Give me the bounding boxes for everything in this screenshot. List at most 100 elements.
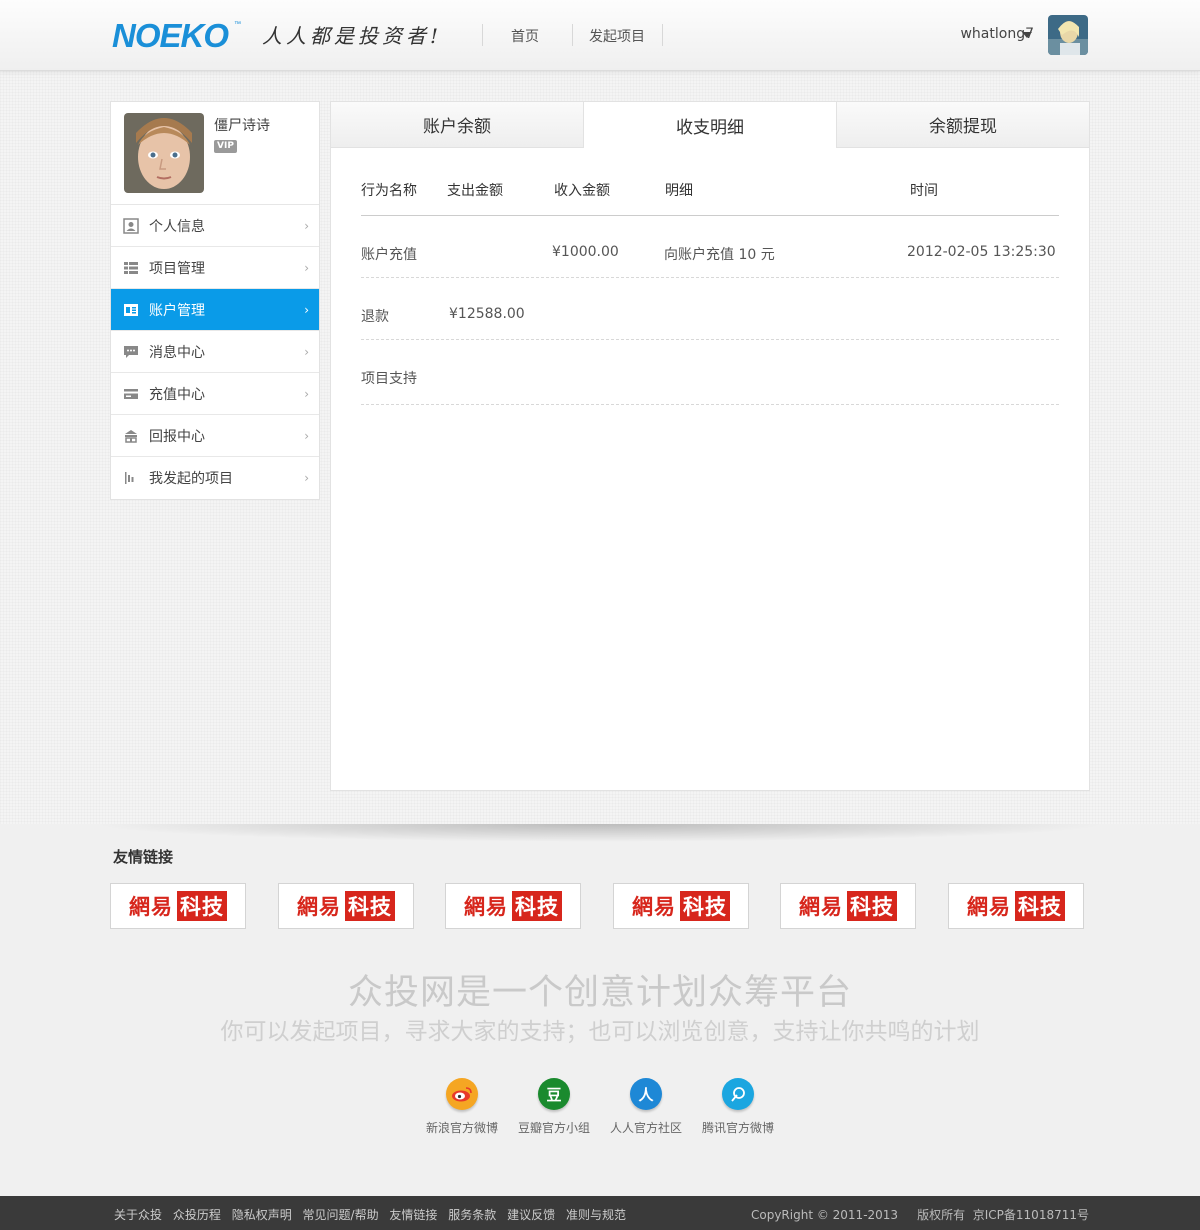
footer-link-guidelines[interactable]: 准则与规范 bbox=[566, 1208, 626, 1222]
list-icon bbox=[123, 260, 139, 276]
chevron-right-icon: › bbox=[304, 261, 309, 275]
account-icon bbox=[123, 302, 139, 318]
footer-link-feedback[interactable]: 建议反馈 bbox=[507, 1208, 555, 1222]
friend-link-logo[interactable]: 網易 科技 bbox=[613, 883, 749, 929]
chevron-right-icon: › bbox=[304, 345, 309, 359]
sidebar-item-recharge-center[interactable]: 充值中心 › bbox=[111, 373, 319, 415]
partner-logo-text: 網易 bbox=[129, 894, 173, 919]
tencent-weibo-icon bbox=[722, 1078, 754, 1110]
chevron-right-icon: › bbox=[304, 471, 309, 485]
column-header-detail: 明细 bbox=[665, 183, 693, 199]
partner-logo-text: 網易 bbox=[967, 894, 1011, 919]
sidebar-item-label: 回报中心 bbox=[149, 428, 205, 445]
sidebar-item-label: 充值中心 bbox=[149, 386, 205, 403]
site-slogan: 人人都是投资者! bbox=[262, 24, 443, 48]
platform-headline: 众投网是一个创意计划众筹平台 bbox=[347, 973, 852, 1013]
social-link-tencent-weibo[interactable]: 腾讯官方微博 bbox=[693, 1078, 783, 1136]
cell-time: 2012-02-05 13:25:30 bbox=[907, 244, 1056, 260]
cell-action: 项目支持 bbox=[361, 371, 417, 387]
footer-link-history[interactable]: 众投历程 bbox=[173, 1208, 221, 1222]
account-sidebar: 僵尸诗诗 VIP 个人信息 › 项目管理 › 账户管理 › 消息中心 › 充值中… bbox=[110, 101, 320, 500]
social-label: 人人官方社区 bbox=[609, 1121, 682, 1135]
table-row: 项目支持 bbox=[361, 340, 1059, 405]
account-panel: 账户余额 收支明细 余额提现 行为名称 支出金额 收入金额 明细 时间 账户充值… bbox=[330, 101, 1090, 791]
column-header-expense: 支出金额 bbox=[447, 183, 503, 199]
user-card-icon bbox=[123, 217, 139, 234]
friend-link-logo[interactable]: 網易 科技 bbox=[780, 883, 916, 929]
cell-action: 退款 bbox=[361, 309, 389, 325]
partner-logo-text: 科技 bbox=[512, 891, 562, 921]
friend-link-logo[interactable]: 網易 科技 bbox=[445, 883, 581, 929]
footer-link-about[interactable]: 关于众投 bbox=[114, 1208, 162, 1222]
partner-logo-text: 科技 bbox=[177, 891, 227, 921]
sidebar-item-label: 消息中心 bbox=[149, 344, 205, 361]
account-tabs: 账户余额 收支明细 余额提现 bbox=[331, 102, 1089, 148]
renren-icon: 人 bbox=[630, 1078, 662, 1110]
nav-separator bbox=[482, 24, 483, 46]
sidebar-item-project-management[interactable]: 项目管理 › bbox=[111, 247, 319, 289]
profile-name: 僵尸诗诗 bbox=[214, 118, 270, 134]
nav-launch-project-link[interactable]: 发起项目 bbox=[589, 26, 645, 46]
header-user-avatar[interactable] bbox=[1048, 15, 1088, 55]
platform-subline: 你可以发起项目，寻求大家的支持；也可以浏览创意，支持让你共鸣的计划 bbox=[220, 1019, 980, 1045]
cell-action: 账户充值 bbox=[361, 247, 417, 263]
cell-income: ¥1000.00 bbox=[552, 244, 619, 260]
friend-links-title: 友情链接 bbox=[113, 848, 174, 866]
sidebar-item-label: 项目管理 bbox=[149, 260, 205, 277]
chevron-right-icon: › bbox=[304, 429, 309, 443]
social-link-weibo[interactable]: 新浪官方微博 bbox=[417, 1078, 507, 1136]
partner-logo-text: 網易 bbox=[297, 894, 341, 919]
partner-logo-text: 科技 bbox=[1015, 891, 1065, 921]
sidebar-item-label: 我发起的项目 bbox=[149, 470, 233, 487]
friend-link-logo[interactable]: 網易 科技 bbox=[948, 883, 1084, 929]
nav-separator bbox=[572, 24, 573, 46]
partner-logo-text: 科技 bbox=[680, 891, 730, 921]
site-logo[interactable]: NOEKO ™ bbox=[112, 18, 244, 50]
chevron-right-icon: › bbox=[304, 387, 309, 401]
chevron-right-icon: › bbox=[304, 303, 309, 317]
nav-home-link[interactable]: 首页 bbox=[511, 26, 539, 46]
sidebar-item-label: 账户管理 bbox=[149, 302, 205, 319]
douban-icon: 豆 bbox=[538, 1078, 570, 1110]
table-row: 账户充值 ¥1000.00 向账户充值 10 元 2012-02-05 13:2… bbox=[361, 216, 1059, 278]
sidebar-item-personal-info[interactable]: 个人信息 › bbox=[111, 205, 319, 247]
cell-expense: ¥12588.00 bbox=[449, 306, 525, 322]
bottom-links: 关于众投 众投历程 隐私权声明 常见问题/帮助 友情链接 服务条款 建议反馈 准… bbox=[114, 1206, 633, 1223]
copyright-text: CopyRight © 2011-2013 版权所有 京ICP备11018711… bbox=[750, 1208, 1089, 1222]
tab-balance-withdraw[interactable]: 余额提现 bbox=[837, 102, 1089, 147]
sidebar-item-label: 个人信息 bbox=[149, 218, 205, 235]
footer-link-terms[interactable]: 服务条款 bbox=[448, 1208, 496, 1222]
social-label: 豆瓣官方小组 bbox=[517, 1121, 590, 1135]
friend-link-logo[interactable]: 網易 科技 bbox=[278, 883, 414, 929]
chevron-right-icon: › bbox=[304, 219, 309, 233]
partner-logo-text: 網易 bbox=[632, 894, 676, 919]
sidebar-item-my-projects[interactable]: 我发起的项目 › bbox=[111, 457, 319, 498]
column-header-time: 时间 bbox=[910, 183, 938, 199]
social-label: 腾讯官方微博 bbox=[701, 1121, 774, 1135]
partner-logo-text: 網易 bbox=[799, 894, 843, 919]
partner-logo-text: 網易 bbox=[464, 894, 508, 919]
sidebar-item-account-management[interactable]: 账户管理 › bbox=[111, 289, 319, 331]
social-link-douban[interactable]: 豆 豆瓣官方小组 bbox=[509, 1078, 599, 1136]
gift-icon bbox=[123, 428, 139, 444]
sidebar-item-reward-center[interactable]: 回报中心 › bbox=[111, 415, 319, 457]
friend-link-logo[interactable]: 網易 科技 bbox=[110, 883, 246, 929]
table-header: 行为名称 支出金额 收入金额 明细 时间 bbox=[361, 180, 1059, 216]
footer-link-friend-links[interactable]: 友情链接 bbox=[389, 1208, 437, 1222]
footer-link-faq[interactable]: 常见问题/帮助 bbox=[303, 1208, 379, 1222]
tab-income-expense-detail[interactable]: 收支明细 bbox=[583, 102, 837, 148]
svg-text:NOEKO: NOEKO bbox=[112, 18, 229, 50]
footer-link-privacy[interactable]: 隐私权声明 bbox=[232, 1208, 292, 1222]
sidebar-item-message-center[interactable]: 消息中心 › bbox=[111, 331, 319, 373]
column-header-income: 收入金额 bbox=[554, 183, 610, 199]
user-menu-caret-icon[interactable] bbox=[1022, 32, 1032, 38]
vip-badge: VIP bbox=[214, 140, 237, 153]
footer-divider-shadow bbox=[90, 824, 1110, 842]
social-link-renren[interactable]: 人 人人官方社区 bbox=[601, 1078, 691, 1136]
tab-account-balance[interactable]: 账户余额 bbox=[331, 102, 584, 147]
partner-logo-text: 科技 bbox=[345, 891, 395, 921]
message-icon bbox=[123, 344, 139, 360]
profile-avatar[interactable] bbox=[124, 113, 204, 193]
transaction-table: 行为名称 支出金额 收入金额 明细 时间 账户充值 ¥1000.00 向账户充值… bbox=[361, 180, 1059, 405]
bars-icon bbox=[123, 470, 139, 486]
